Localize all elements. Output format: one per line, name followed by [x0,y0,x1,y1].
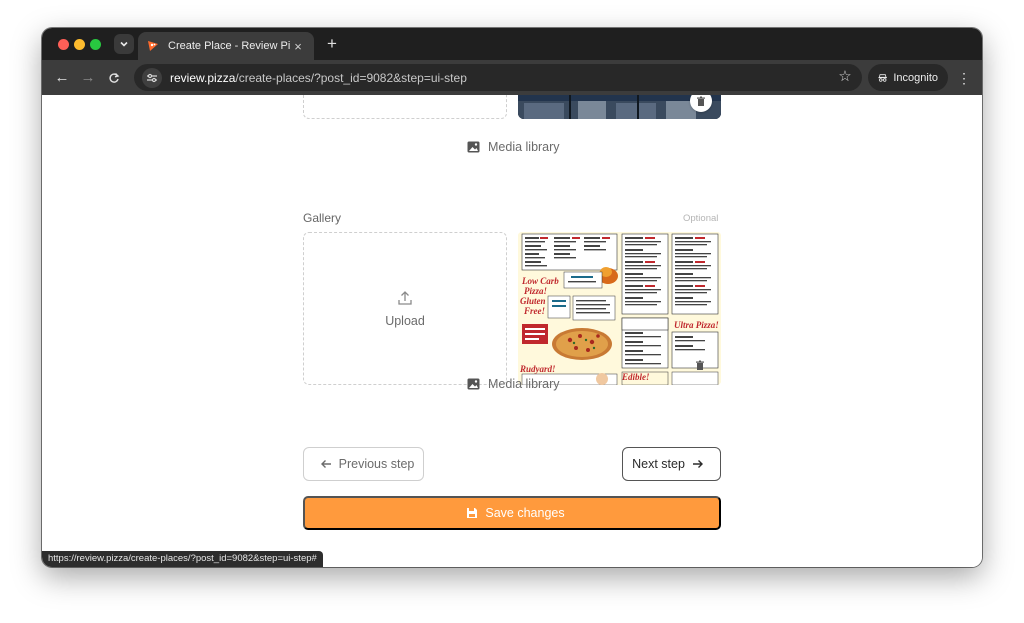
arrow-left-icon [320,460,331,468]
bookmark-star-icon[interactable]: ☆ [836,68,854,86]
reload-icon[interactable] [104,68,124,88]
chevron-down-icon [120,41,128,47]
media-library-link[interactable]: Media library [467,140,560,154]
site-info-icon[interactable] [142,67,162,88]
gallery-optional-label: Optional [683,213,719,224]
save-changes-button[interactable]: Save changes [303,496,721,530]
forward-arrow-icon[interactable]: → [78,68,98,88]
trash-icon [697,96,705,106]
upload-icon [398,290,412,305]
upload-label: Upload [385,313,425,328]
svg-text:Gluten: Gluten [520,296,546,306]
featured-upload-dropzone[interactable] [303,95,507,119]
gallery-menu-thumbnail: Low Carb Pizza! Gluten Free! Rudyard! Ul… [518,232,721,385]
next-step-button[interactable]: Next step [622,447,721,481]
new-tab-button[interactable]: + [322,34,342,54]
svg-text:Free!: Free! [523,306,545,316]
svg-text:Edible!: Edible! [621,372,650,382]
page-content: Media library Gallery Optional Upload Lo… [42,95,982,567]
delete-gallery-image-button[interactable] [689,354,711,376]
back-arrow-icon[interactable]: ← [52,68,72,88]
url-path: /create-places/?post_id=9082&step=ui-ste… [235,70,467,85]
image-icon [467,141,480,153]
gallery-label: Gallery [303,211,342,225]
close-window-button[interactable] [58,39,69,50]
gallery-media-library-label: Media library [488,377,560,391]
minimize-window-button[interactable] [74,39,85,50]
browser-window: Create Place - Review Pizza × + ← → revi… [42,28,982,567]
trash-icon [696,360,704,370]
active-tab[interactable]: Create Place - Review Pizza × [138,32,314,60]
close-tab-icon[interactable]: × [290,39,306,54]
gallery-media-library-link[interactable]: Media library [467,377,560,391]
address-bar[interactable]: review.pizza/create-places/?post_id=9082… [134,64,862,91]
tab-title: Create Place - Review Pizza [168,40,290,52]
save-icon [467,508,478,518]
browser-menu-icon[interactable]: ⋮ [956,68,972,88]
pizza-favicon-icon [148,41,158,51]
browser-toolbar: ← → review.pizza/create-places/?post_id=… [42,60,982,95]
save-changes-label: Save changes [485,506,565,520]
maximize-window-button[interactable] [90,39,101,50]
arrow-right-icon [692,460,703,468]
gallery-upload-dropzone[interactable]: Upload [303,232,507,385]
tab-strip: Create Place - Review Pizza × + [42,28,982,60]
svg-text:Low Carb: Low Carb [521,276,559,286]
featured-image-thumbnail [518,95,721,119]
url-host: review.pizza [170,70,236,85]
svg-text:Rudyard!: Rudyard! [519,364,556,374]
tab-search-button[interactable] [114,34,134,54]
svg-text:Ultra Pizza!: Ultra Pizza! [674,320,719,330]
next-step-label: Next step [632,457,685,471]
media-library-label: Media library [488,140,560,154]
link-status-bar: https://review.pizza/create-places/?post… [42,551,323,567]
previous-step-label: Previous step [338,457,415,471]
incognito-label: Incognito [893,71,938,84]
svg-text:Pizza!: Pizza! [524,286,547,296]
image-icon [467,378,480,390]
incognito-badge[interactable]: Incognito [868,64,948,91]
incognito-icon [878,73,888,82]
url-text: review.pizza/create-places/?post_id=9082… [170,71,467,85]
previous-step-button[interactable]: Previous step [303,447,424,481]
